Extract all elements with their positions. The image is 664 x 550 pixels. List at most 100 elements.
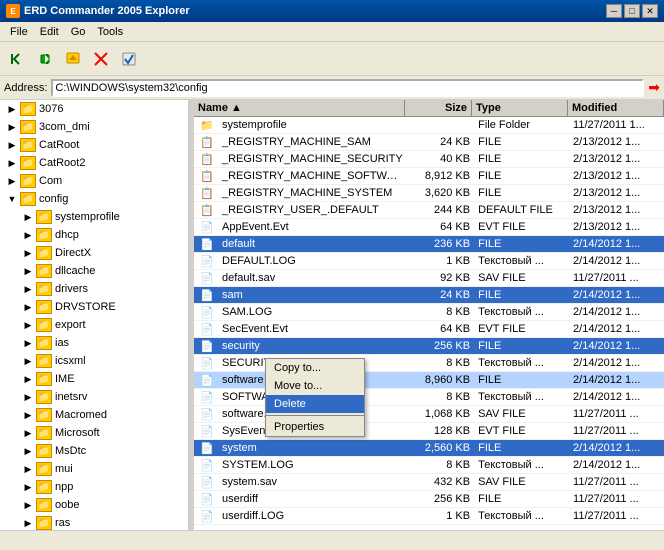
tree-item[interactable]: ▶📁Com (0, 172, 188, 190)
tree-item[interactable]: ▶📁dllcache (0, 262, 188, 280)
tree-item[interactable]: ▶📁icsxml (0, 352, 188, 370)
file-row[interactable]: 📋_REGISTRY_MACHINE_SECURITY40 KBFILE2/13… (194, 151, 664, 168)
file-row[interactable]: 📋_REGISTRY_USER_.DEFAULT244 KBDEFAULT FI… (194, 202, 664, 219)
header-modified[interactable]: Modified (568, 100, 664, 116)
tree-toggle-icon[interactable]: ▶ (4, 137, 20, 153)
tree-toggle-icon[interactable]: ▶ (20, 389, 36, 405)
tree-item[interactable]: ▶📁npp (0, 478, 188, 496)
file-row[interactable]: 📄system2,560 KBFILE2/14/2012 1... (194, 440, 664, 457)
menu-go[interactable]: Go (65, 25, 92, 39)
header-size[interactable]: Size (405, 100, 472, 116)
tree-toggle-icon[interactable]: ▶ (20, 425, 36, 441)
tree-toggle-icon[interactable]: ▶ (20, 461, 36, 477)
file-row[interactable]: 📄default236 KBFILE2/14/2012 1... (194, 236, 664, 253)
tree-toggle-icon[interactable]: ▼ (4, 191, 20, 207)
file-row[interactable]: 📄SecEvent.Evt64 KBEVT FILE2/14/2012 1... (194, 321, 664, 338)
tree-toggle-icon[interactable]: ▶ (20, 263, 36, 279)
tree-item[interactable]: ▶📁CatRoot2 (0, 154, 188, 172)
tree-toggle-icon[interactable]: ▶ (20, 317, 36, 333)
confirm-button[interactable] (116, 47, 142, 71)
file-row[interactable]: 📋_REGISTRY_MACHINE_SOFTWARE8,912 KBFILE2… (194, 168, 664, 185)
file-row[interactable]: 📄DEFAULT.LOG1 KBТекстовый ...2/14/2012 1… (194, 253, 664, 270)
tree-item[interactable]: ▶📁export (0, 316, 188, 334)
menu-edit[interactable]: Edit (34, 25, 65, 39)
tree-item[interactable]: ▶📁Macromed (0, 406, 188, 424)
tree-toggle-icon[interactable]: ▶ (20, 245, 36, 261)
file-row[interactable]: 📄SAM.LOG8 KBТекстовый ...2/14/2012 1... (194, 304, 664, 321)
tree-toggle-icon[interactable]: ▶ (20, 407, 36, 423)
tree-item[interactable]: ▶📁drivers (0, 280, 188, 298)
maximize-button[interactable]: □ (624, 4, 640, 18)
file-icon: 📄 (198, 424, 216, 438)
menu-tools[interactable]: Tools (91, 25, 129, 39)
file-name: system.sav (218, 476, 407, 488)
tree-toggle-icon[interactable]: ▶ (20, 497, 36, 513)
tree-item[interactable]: ▶📁inetsrv (0, 388, 188, 406)
tree-toggle-icon[interactable]: ▶ (20, 281, 36, 297)
file-row[interactable]: 📋_REGISTRY_MACHINE_SAM24 KBFILE2/13/2012… (194, 134, 664, 151)
tree-item[interactable]: ▶📁3com_dmi (0, 118, 188, 136)
arrow-icon: ➡ (648, 79, 660, 96)
folder-icon: 📁 (20, 192, 36, 206)
tree-toggle-icon[interactable]: ▶ (4, 155, 20, 171)
tree-item[interactable]: ▶📁DirectX (0, 244, 188, 262)
tree-item[interactable]: ▶📁oobe (0, 496, 188, 514)
tree-item[interactable]: ▶📁DRVSTORE (0, 298, 188, 316)
tree-toggle-icon[interactable]: ▶ (20, 209, 36, 225)
tree-toggle-icon[interactable]: ▶ (20, 227, 36, 243)
context-menu-item-properties[interactable]: Properties (266, 418, 364, 436)
context-menu-item-move[interactable]: Move to... (266, 377, 364, 395)
tree-item-label: DRVSTORE (55, 301, 116, 313)
tree-item[interactable]: ▶📁ias (0, 334, 188, 352)
tree-item[interactable]: ▶📁dhcp (0, 226, 188, 244)
file-row[interactable]: 📄default.sav92 KBSAV FILE11/27/2011 ... (194, 270, 664, 287)
file-row[interactable]: 📋_REGISTRY_MACHINE_SYSTEM3,620 KBFILE2/1… (194, 185, 664, 202)
header-name[interactable]: Name ▲ (194, 100, 405, 116)
tree-toggle-icon[interactable]: ▶ (20, 335, 36, 351)
file-row[interactable]: 📄security256 KBFILE2/14/2012 1... (194, 338, 664, 355)
status-bar (0, 530, 664, 550)
delete-button[interactable] (88, 47, 114, 71)
forward-button[interactable] (32, 47, 58, 71)
tree-item[interactable]: ▼📁config (0, 190, 188, 208)
up-button[interactable] (60, 47, 86, 71)
file-icon: 📄 (198, 373, 216, 387)
tree-item[interactable]: ▶📁Microsoft (0, 424, 188, 442)
file-row[interactable]: 📄userdiff.LOG1 KBТекстовый ...11/27/2011… (194, 508, 664, 525)
tree-item[interactable]: ▶📁3076 (0, 100, 188, 118)
tree-toggle-icon[interactable]: ▶ (20, 515, 36, 530)
address-input[interactable] (51, 79, 644, 97)
file-row[interactable]: 📄system.sav432 KBSAV FILE11/27/2011 ... (194, 474, 664, 491)
minimize-button[interactable]: ─ (606, 4, 622, 18)
tree-toggle-icon[interactable]: ▶ (4, 119, 20, 135)
file-row[interactable]: 📄sam24 KBFILE2/14/2012 1... (194, 287, 664, 304)
tree-toggle-icon[interactable]: ▶ (20, 479, 36, 495)
tree-item[interactable]: ▶📁systemprofile (0, 208, 188, 226)
folder-icon: 📁 (36, 462, 52, 476)
context-menu-item-delete[interactable]: Delete (266, 395, 364, 413)
tree-item[interactable]: ▶📁MsDtc (0, 442, 188, 460)
tree-toggle-icon[interactable]: ▶ (20, 443, 36, 459)
file-row[interactable]: 📄AppEvent.Evt64 KBEVT FILE2/13/2012 1... (194, 219, 664, 236)
file-row[interactable]: 📄userdiff256 KBFILE11/27/2011 ... (194, 491, 664, 508)
tree-item[interactable]: ▶📁mui (0, 460, 188, 478)
tree-toggle-icon[interactable]: ▶ (4, 173, 20, 189)
tree-pane[interactable]: ▶📁3076▶📁3com_dmi▶📁CatRoot▶📁CatRoot2▶📁Com… (0, 100, 190, 530)
title-bar: E ERD Commander 2005 Explorer ─ □ ✕ (0, 0, 664, 22)
tree-toggle-icon[interactable]: ▶ (20, 299, 36, 315)
header-type[interactable]: Type (472, 100, 568, 116)
tree-toggle-icon[interactable]: ▶ (4, 101, 20, 117)
menu-file[interactable]: File (4, 25, 34, 39)
tree-item[interactable]: ▶📁ras (0, 514, 188, 530)
context-menu-item-copy[interactable]: Copy to... (266, 359, 364, 377)
file-row[interactable]: 📄SYSTEM.LOG8 KBТекстовый ...2/14/2012 1.… (194, 457, 664, 474)
file-pane[interactable]: Name ▲ Size Type Modified 📁systemprofile… (194, 100, 664, 530)
tree-item[interactable]: ▶📁IME (0, 370, 188, 388)
file-row[interactable]: 📁systemprofileFile Folder11/27/2011 1... (194, 117, 664, 134)
tree-item[interactable]: ▶📁CatRoot (0, 136, 188, 154)
tree-toggle-icon[interactable]: ▶ (20, 371, 36, 387)
file-modified: 2/14/2012 1... (569, 306, 664, 318)
tree-toggle-icon[interactable]: ▶ (20, 353, 36, 369)
back-button[interactable] (4, 47, 30, 71)
close-button[interactable]: ✕ (642, 4, 658, 18)
